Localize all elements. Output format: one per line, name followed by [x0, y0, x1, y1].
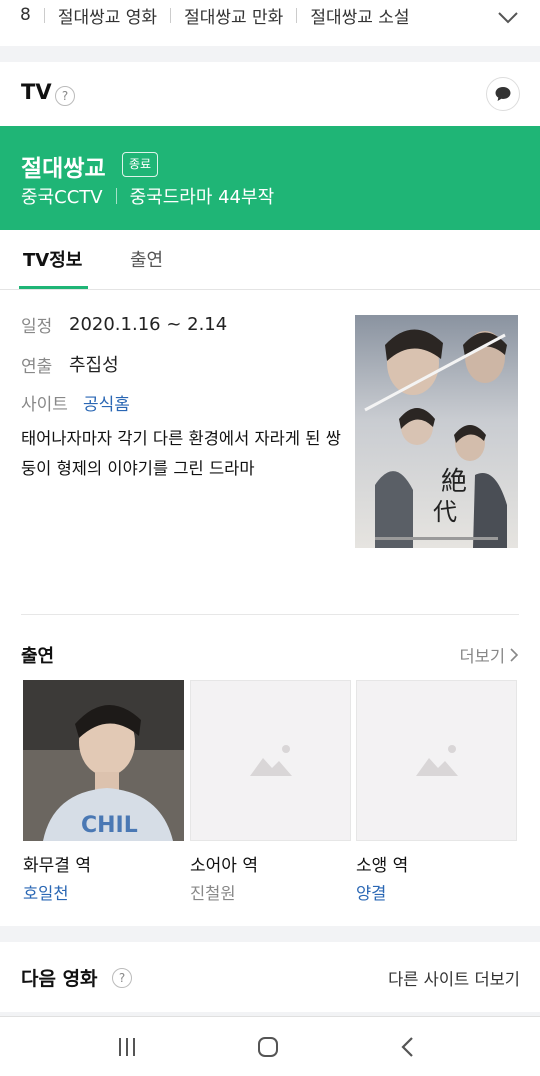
synopsis: 태어나자마자 각기 다른 환경에서 자라게 된 쌍둥이 형제의 이야기를 그린 … — [21, 429, 341, 478]
svg-text:CHIL: CHIL — [81, 813, 138, 838]
actor-name: 진철원 — [190, 884, 236, 903]
tv-section-header: TV ? — [0, 62, 540, 126]
chip-divider — [43, 7, 45, 23]
svg-text:絶: 絶 — [441, 467, 467, 497]
cast-role: 소앵 역 — [356, 856, 409, 876]
actor-photo[interactable]: CHIL — [23, 680, 184, 841]
status-badge: 종료 — [122, 152, 159, 177]
chip-movie[interactable]: 절대쌍교 영화 — [58, 3, 157, 28]
tab-bar: TV정보 출연 — [0, 230, 540, 290]
image-placeholder-icon[interactable] — [190, 680, 351, 841]
cast-section-title: 출연 — [21, 646, 55, 667]
section-divider — [21, 614, 519, 615]
chip-partial[interactable]: 8 — [20, 5, 31, 25]
show-meta: 중국CCTV 중국드라마 44부작 — [21, 183, 274, 209]
schedule-row: 일정 2020.1.16 ~ 2.14 — [21, 312, 227, 337]
system-nav-bar — [0, 1016, 540, 1076]
cast-card[interactable]: 소어아 역 진철원 — [190, 680, 351, 904]
active-tab-indicator — [19, 286, 88, 289]
next-movie-title: 다음 영화 — [21, 968, 98, 990]
schedule-value: 2020.1.16 ~ 2.14 — [69, 314, 228, 335]
help-icon[interactable]: ? — [112, 968, 132, 988]
svg-text:代: 代 — [433, 498, 457, 526]
tv-info-panel: 일정 2020.1.16 ~ 2.14 연출 추집성 사이트 공식홈 태어나자마… — [0, 290, 540, 616]
schedule-label: 일정 — [21, 317, 53, 337]
broadcaster: 중국CCTV — [21, 187, 103, 208]
image-placeholder-icon[interactable] — [356, 680, 517, 841]
other-sites-more-link[interactable]: 다른 사이트 더보기 — [388, 966, 520, 990]
episode-info: 중국드라마 44부작 — [129, 187, 275, 208]
home-icon[interactable] — [252, 1031, 284, 1063]
cast-role: 소어아 역 — [190, 856, 258, 876]
cast-section: 출연 더보기 CHIL 화무결 역 호일천 소어아 역 진철원 소앵 역 양결 — [0, 616, 540, 926]
chat-bubble-icon[interactable] — [486, 77, 520, 111]
show-banner: 절대쌍교 종료 중국CCTV 중국드라마 44부작 — [0, 126, 540, 230]
next-movie-section: 다음 영화 ? 다른 사이트 더보기 — [0, 942, 540, 1012]
director-value: 추집성 — [69, 355, 119, 376]
related-search-chips: 8 절대쌍교 영화 절대쌍교 만화 절대쌍교 소설 — [0, 0, 480, 30]
site-row: 사이트 공식홈 — [21, 390, 130, 415]
tab-cast[interactable]: 출연 — [130, 246, 163, 272]
actor-name-link[interactable]: 양결 — [356, 880, 517, 904]
back-icon[interactable] — [392, 1031, 424, 1063]
chip-divider — [296, 7, 298, 23]
help-icon[interactable]: ? — [55, 86, 75, 106]
cast-card[interactable]: 소앵 역 양결 — [356, 680, 517, 904]
meta-divider — [115, 188, 117, 204]
director-label: 연출 — [21, 356, 53, 377]
chip-divider — [170, 7, 172, 23]
cast-role: 화무결 역 — [23, 856, 91, 876]
cast-more-link[interactable]: 더보기 — [459, 643, 520, 667]
chevron-down-icon[interactable] — [496, 5, 520, 29]
chevron-right-icon — [510, 648, 519, 662]
poster-image[interactable]: 絶 代 — [355, 315, 518, 548]
cast-card[interactable]: CHIL 화무결 역 호일천 — [23, 680, 184, 904]
director-row: 연출 추집성 — [21, 351, 119, 377]
chip-comic[interactable]: 절대쌍교 만화 — [184, 3, 283, 28]
more-label: 더보기 — [459, 647, 505, 666]
section-title: TV — [21, 80, 52, 104]
official-site-link[interactable]: 공식홈 — [83, 390, 130, 415]
tab-tv-info[interactable]: TV정보 — [23, 246, 82, 272]
site-label: 사이트 — [21, 395, 68, 415]
chip-novel[interactable]: 절대쌍교 소설 — [310, 3, 409, 28]
related-search-bar: 8 절대쌍교 영화 절대쌍교 만화 절대쌍교 소설 — [0, 0, 540, 46]
show-title[interactable]: 절대쌍교 — [21, 149, 106, 183]
actor-name-link[interactable]: 호일천 — [23, 880, 184, 904]
recents-icon[interactable] — [111, 1031, 143, 1063]
